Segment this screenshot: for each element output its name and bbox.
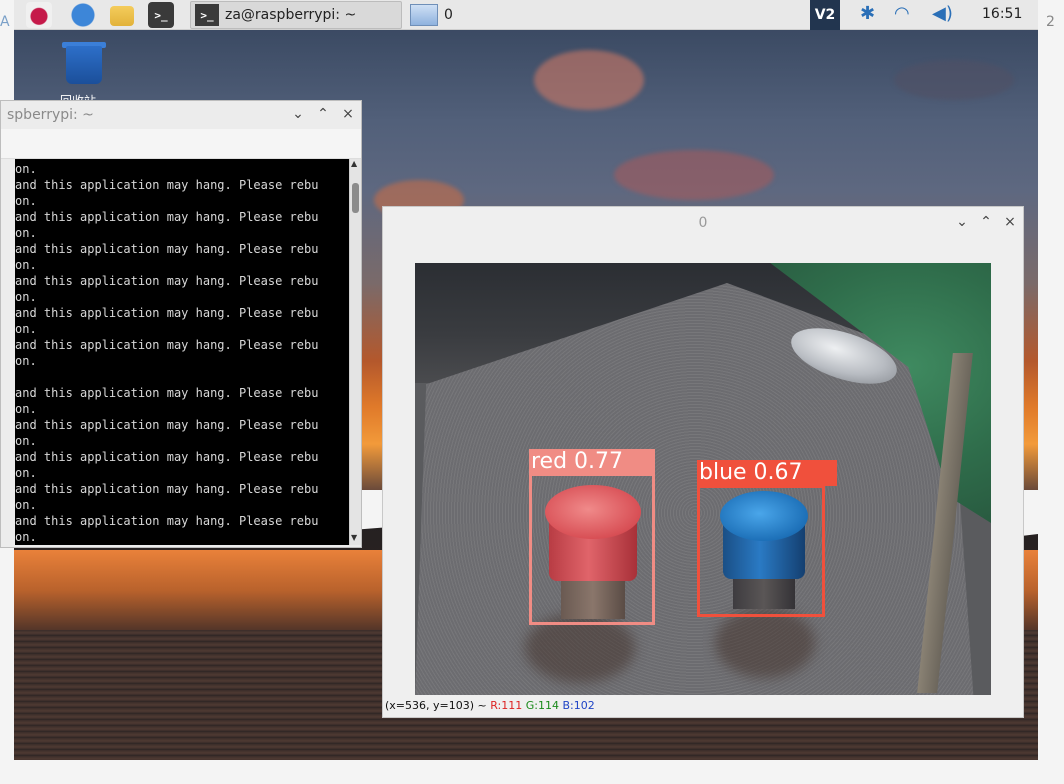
terminal-line: on. [15,162,37,176]
terminal-line: and this application may hang. Please re… [15,482,319,496]
terminal-line: on. [15,466,37,480]
image-window-title: 0 [698,215,708,231]
wifi-icon[interactable]: ◠ [894,3,910,24]
clock[interactable]: 16:51 [982,6,1022,22]
volume-icon[interactable]: ◀) [932,3,953,24]
terminal-line: and this application may hang. Please re… [15,338,319,352]
maximize-button[interactable]: ⌃ [314,105,332,123]
taskbar-image-window-button[interactable]: 0 [408,1,608,29]
terminal-line: on. [15,226,37,240]
scroll-up-arrow-icon[interactable]: ▲ [351,159,357,168]
terminal-line: and this application may hang. Please re… [15,178,319,192]
scroll-down-arrow-icon[interactable]: ▼ [351,533,357,542]
edge-text-right: 2 [1046,14,1055,30]
red-channel-value: R:111 [490,699,523,712]
pixel-status-line: (x=536, y=103) ~ R:111 G:114 B:102 [385,699,595,712]
terminal-line: and this application may hang. Please re… [15,306,319,320]
terminal-window: spberrypi: ~ ⌄ ⌃ × on. and this applicati… [0,100,362,548]
minimize-button[interactable]: ⌄ [953,213,971,231]
edge-text-left: A [0,14,10,30]
terminal-line: and this application may hang. Please re… [15,242,319,256]
terminal-task-icon: >_ [195,4,219,26]
image-window-titlebar[interactable]: 0 ⌄ ⌃ × [383,207,1023,237]
vnc-icon[interactable]: V2 [810,0,840,30]
scroll-thumb[interactable] [352,183,359,213]
terminal-line: and this application may hang. Please re… [15,386,319,400]
image-viewer-window: 0 ⌄ ⌃ × red 0.77 blue 0.67 (x=536, y=103… [382,206,1024,718]
window-task-icon [410,4,438,26]
wallpaper-cloud [534,50,644,110]
taskbar-terminal-label: za@raspberrypi: ~ [225,7,357,23]
terminal-menubar [1,129,361,159]
cursor-coordinates: (x=536, y=103) ~ [385,699,487,712]
terminal-line: on. [15,530,37,544]
minimize-button[interactable]: ⌄ [289,105,307,123]
terminal-line: on. [15,290,37,304]
detection-box-blue [697,485,825,617]
taskbar-window-label: 0 [444,7,453,23]
green-channel-value: G:114 [525,699,559,712]
terminal-line: on. [15,434,37,448]
maximize-button[interactable]: ⌃ [977,213,995,231]
blue-channel-value: B:102 [562,699,595,712]
terminal-titlebar[interactable]: spberrypi: ~ ⌄ ⌃ × [1,101,361,129]
top-panel: >_ >_ za@raspberrypi: ~ 0 V2 ✱ ◠ ◀) 16:5… [14,0,1038,30]
taskbar-terminal-button[interactable]: >_ za@raspberrypi: ~ [190,1,402,29]
terminal-output[interactable]: on. and this application may hang. Please… [15,159,349,545]
detection-label-red: red 0.77 [529,449,655,475]
web-browser-icon[interactable] [70,2,96,28]
terminal-line: on. [15,322,37,336]
terminal-scrollbar[interactable]: ▲ ▼ [349,159,361,545]
terminal-line: and this application may hang. Please re… [15,418,319,432]
detection-box-red [529,473,655,625]
terminal-line: on. [15,194,37,208]
close-button[interactable]: × [339,105,357,123]
wallpaper-cloud [614,150,774,200]
terminal-line: and this application may hang. Please re… [15,274,319,288]
terminal-line: on. [15,354,37,368]
close-button[interactable]: × [1001,213,1019,231]
terminal-line: on. [15,402,37,416]
terminal-icon[interactable]: >_ [148,2,174,28]
file-manager-icon[interactable] [110,6,134,26]
blue-cap-shadow [715,608,815,678]
terminal-line: and this application may hang. Please re… [15,210,319,224]
terminal-title: spberrypi: ~ [7,107,94,123]
bluetooth-icon[interactable]: ✱ [860,3,875,24]
terminal-line: and this application may hang. Please re… [15,514,319,528]
trash-icon[interactable] [60,42,108,88]
terminal-line: and this application may hang. Please re… [15,450,319,464]
terminal-line: on. [15,498,37,512]
raspberry-menu-icon[interactable] [26,2,52,28]
trash-bin [66,46,102,84]
wallpaper-cloud [894,60,1014,100]
detection-image[interactable]: red 0.77 blue 0.67 [415,263,991,695]
terminal-line: on. [15,258,37,272]
detection-label-blue: blue 0.67 [697,460,837,486]
